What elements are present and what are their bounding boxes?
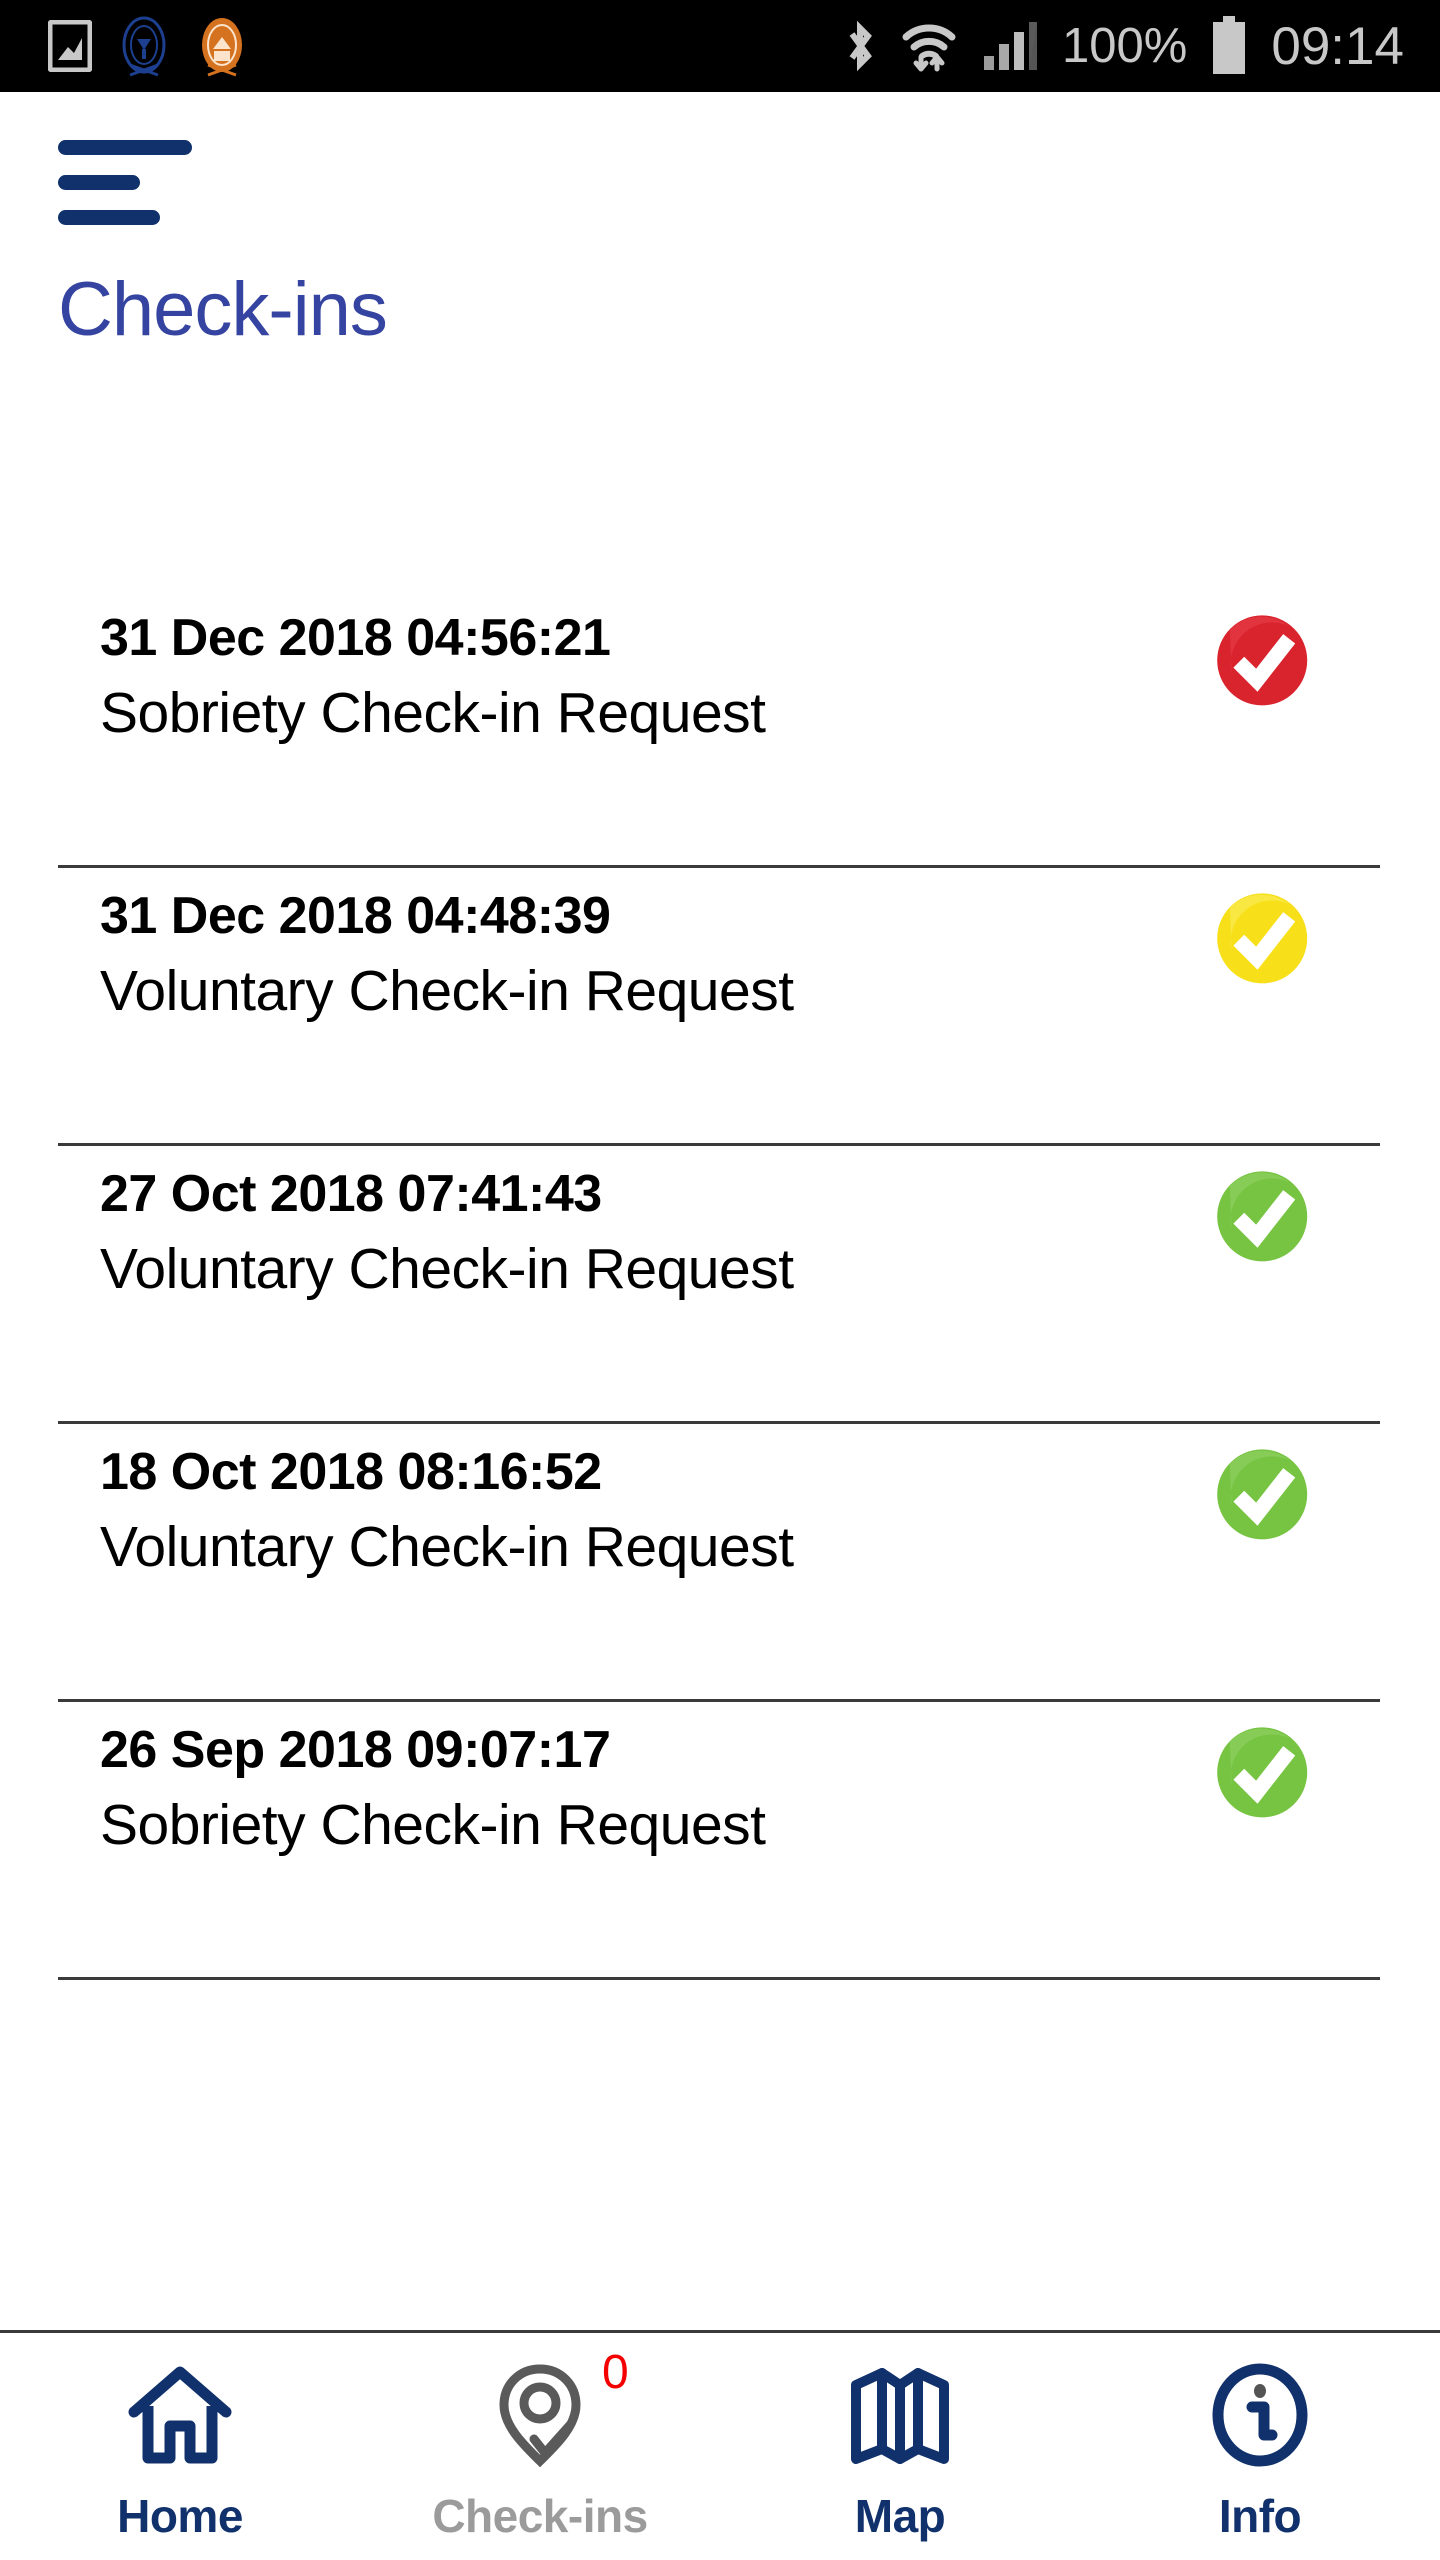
map-icon [848, 2361, 952, 2469]
list-item[interactable]: 31 Dec 2018 04:48:39 Voluntary Check-in … [0, 868, 1440, 1146]
list-item-status [1210, 868, 1440, 996]
hamburger-bar-middle [58, 175, 140, 190]
battery-icon [1213, 16, 1246, 74]
map-pin-check-icon [492, 2361, 588, 2469]
list-item-text: 26 Sep 2018 09:07:17 Sobriety Check-in R… [0, 1702, 1210, 1860]
tab-label-check-ins: Check-ins [432, 2490, 648, 2542]
list-divider [58, 1977, 1380, 1980]
hamburger-menu-icon[interactable] [58, 140, 198, 230]
list-item-status [1210, 590, 1440, 718]
list-item-text: 31 Dec 2018 04:56:21 Sobriety Check-in R… [0, 590, 1210, 748]
list-item-title: Voluntary Check-in Request [100, 1237, 794, 1302]
hamburger-bar-bottom [58, 210, 160, 225]
tab-label-home: Home [117, 2490, 243, 2542]
list-item-date: 18 Oct 2018 08:16:52 [100, 1443, 602, 1501]
list-item-status [1210, 1424, 1440, 1552]
list-item-date: 31 Dec 2018 04:48:39 [100, 887, 611, 945]
check-ins-badge-count: 0 [602, 2346, 629, 2399]
list-item-status [1210, 1146, 1440, 1274]
list-item-status [1210, 1702, 1440, 1830]
gallery-icon [48, 20, 92, 72]
wifi-icon [902, 24, 956, 72]
list-item-title: Voluntary Check-in Request [100, 1515, 794, 1580]
home-icon [126, 2361, 234, 2469]
page-title: Check-ins [58, 267, 388, 352]
status-bar-right-icons: 100% 09:14 [842, 16, 1440, 76]
status-bar-clock: 09:14 [1271, 16, 1404, 76]
list-item[interactable]: 27 Oct 2018 07:41:43 Voluntary Check-in … [0, 1146, 1440, 1424]
info-circle-icon [1210, 2361, 1310, 2469]
list-item-date: 26 Sep 2018 09:07:17 [100, 1721, 611, 1779]
list-item-title: Sobriety Check-in Request [100, 1793, 766, 1858]
check-sticker-green-icon [1217, 1171, 1308, 1262]
tab-map[interactable]: Map [720, 2333, 1080, 2560]
tab-home[interactable]: Home [0, 2333, 360, 2560]
bottom-navigation-bar: Home 0 Check-ins Map Info [0, 2330, 1440, 2560]
check-sticker-green-icon [1217, 1727, 1308, 1818]
status-bar: 100% 09:14 [0, 0, 1440, 92]
status-bar-left-icons [0, 15, 248, 77]
list-item[interactable]: 18 Oct 2018 08:16:52 Voluntary Check-in … [0, 1424, 1440, 1702]
list-item-text: 27 Oct 2018 07:41:43 Voluntary Check-in … [0, 1146, 1210, 1304]
check-sticker-yellow-icon [1217, 893, 1308, 984]
list-item[interactable]: 26 Sep 2018 09:07:17 Sobriety Check-in R… [0, 1702, 1440, 1980]
list-item-date: 27 Oct 2018 07:41:43 [100, 1165, 602, 1223]
check-sticker-green-icon [1217, 1449, 1308, 1540]
tab-label-map: Map [854, 2490, 946, 2542]
signal-icon [984, 22, 1038, 70]
list-item[interactable]: 31 Dec 2018 04:56:21 Sobriety Check-in R… [0, 590, 1440, 868]
list-item-title: Sobriety Check-in Request [100, 681, 766, 746]
tab-label-info: Info [1218, 2490, 1302, 2542]
check-sticker-red-icon [1217, 615, 1308, 706]
list-item-title: Voluntary Check-in Request [100, 959, 794, 1024]
crest-orange-icon [202, 18, 242, 77]
list-item-text: 18 Oct 2018 08:16:52 Voluntary Check-in … [0, 1424, 1210, 1582]
list-item-date: 31 Dec 2018 04:56:21 [100, 609, 611, 667]
app-screen: 100% 09:14 Check-ins 31 Dec 2018 04:56:2… [0, 0, 1440, 2560]
tab-check-ins[interactable]: 0 Check-ins [360, 2333, 720, 2560]
list-item-text: 31 Dec 2018 04:48:39 Voluntary Check-in … [0, 868, 1210, 1026]
check-in-list: 31 Dec 2018 04:56:21 Sobriety Check-in R… [0, 590, 1440, 1980]
crest-blue-icon [122, 16, 166, 77]
battery-percentage-label: 100% [1062, 18, 1188, 73]
bluetooth-icon [849, 20, 872, 72]
tab-info[interactable]: Info [1080, 2333, 1440, 2560]
hamburger-bar-top [58, 140, 192, 155]
